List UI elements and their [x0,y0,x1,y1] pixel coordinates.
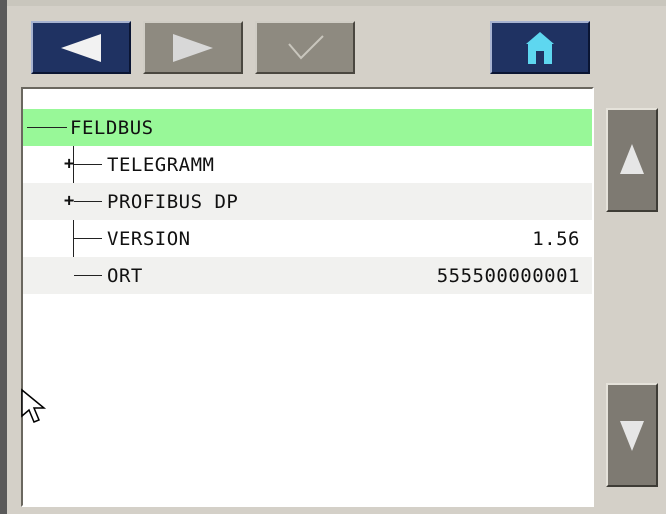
triangle-down-icon [620,421,644,451]
tree-row-value: 555500000001 [436,265,580,287]
home-button[interactable] [490,21,590,74]
tree-branch-line [74,164,102,165]
tree-row-telegramm[interactable]: + TELEGRAMM [23,146,592,183]
back-button[interactable] [31,21,131,74]
arrow-left-icon [61,33,101,62]
screen: FELDBUS + TELEGRAMM + PROFIBUS DP VERSIO… [0,0,666,514]
confirm-button[interactable] [255,21,355,74]
tree-row-label: FELDBUS [70,117,154,139]
tree-row-label: PROFIBUS DP [107,191,239,213]
tree-row-label: VERSION [107,228,191,250]
scroll-down-button[interactable] [606,383,658,487]
left-edge [0,0,7,514]
mouse-pointer-icon [21,388,47,423]
top-strip [0,0,666,6]
home-icon [526,31,554,64]
tree-branch-line [74,201,102,202]
tree-row-label: TELEGRAMM [107,154,215,176]
tree-row-ort[interactable]: ORT 555500000001 [23,257,592,294]
tree-branch-line [74,238,102,239]
tree-row-value: 1.56 [532,228,580,250]
tree-row-profibus-dp[interactable]: + PROFIBUS DP [23,183,592,220]
triangle-up-icon [620,144,644,174]
tree-panel: FELDBUS + TELEGRAMM + PROFIBUS DP VERSIO… [21,87,594,507]
forward-button[interactable] [143,21,243,74]
expand-icon[interactable]: + [64,193,74,210]
scroll-up-button[interactable] [606,108,658,212]
tree-row-label: ORT [107,265,143,287]
tree-row-feldbus[interactable]: FELDBUS [23,109,592,146]
tree-branch-line [27,127,67,128]
arrow-right-icon [173,33,213,62]
tree-row-version[interactable]: VERSION 1.56 [23,220,592,257]
check-icon [288,34,324,59]
tree-branch-line [74,275,102,276]
expand-icon[interactable]: + [64,156,74,173]
